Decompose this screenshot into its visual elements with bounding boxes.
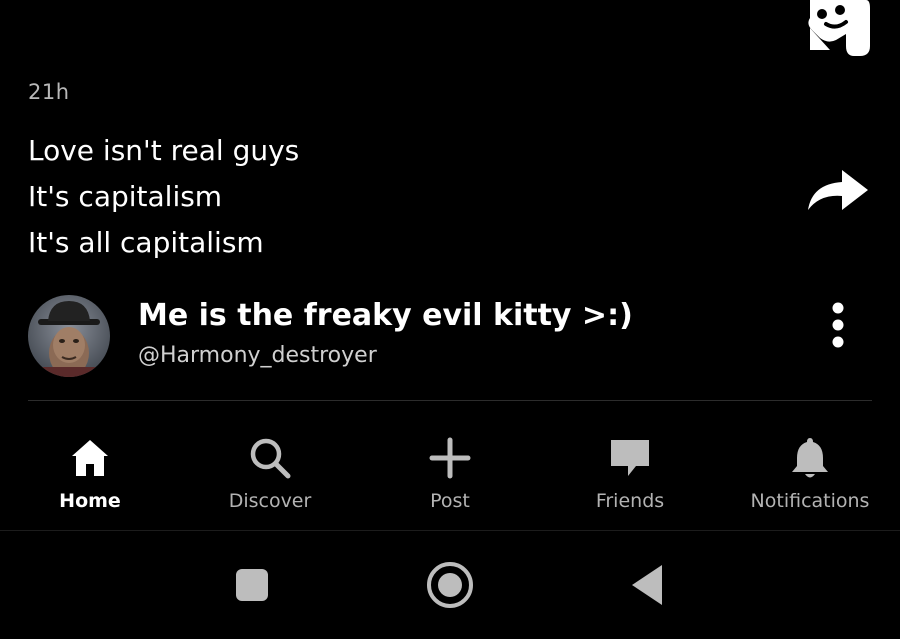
tab-post-label: Post	[430, 490, 470, 512]
share-arrow-icon	[808, 170, 868, 210]
more-options-button[interactable]	[824, 299, 852, 351]
home-circle-icon	[427, 562, 473, 608]
tab-post[interactable]: Post	[360, 420, 540, 520]
author-display-name[interactable]: Me is the freaky evil kitty >:)	[138, 298, 633, 333]
post-timestamp: 21h	[28, 80, 70, 104]
bottom-tab-bar: Home Discover Post Friends Notifications	[0, 420, 900, 528]
bell-icon	[792, 438, 828, 478]
post-line-3: It's all capitalism	[28, 226, 264, 259]
tab-home-label: Home	[59, 490, 121, 512]
back-triangle-icon	[632, 565, 662, 605]
more-vertical-icon	[832, 302, 844, 348]
search-icon	[250, 438, 291, 479]
tab-friends-label: Friends	[595, 490, 665, 512]
tab-notifications[interactable]: Notifications	[720, 420, 900, 520]
tab-notifications-label: Notifications	[750, 490, 870, 512]
home-icon	[72, 440, 108, 476]
avatar[interactable]	[28, 295, 110, 377]
post-body: Love isn't real guys It's capitalism It'…	[28, 128, 299, 266]
recents-square-icon	[236, 569, 268, 601]
post-line-2: It's capitalism	[28, 180, 223, 213]
back-button[interactable]	[622, 559, 674, 611]
plus-icon	[429, 437, 471, 479]
home-system-button[interactable]	[424, 559, 476, 611]
share-button[interactable]	[806, 164, 870, 214]
app-logo-icon	[806, 0, 870, 58]
post-line-1: Love isn't real guys	[28, 134, 300, 167]
author-handle[interactable]: @Harmony_destroyer	[138, 343, 377, 368]
divider	[28, 400, 872, 401]
tab-discover[interactable]: Discover	[180, 420, 360, 520]
chat-bubble-icon	[611, 440, 649, 476]
author-row: Me is the freaky evil kitty >:) @Harmony…	[28, 295, 872, 377]
system-navigation-bar	[0, 530, 900, 639]
tab-discover-label: Discover	[228, 490, 312, 512]
recents-button[interactable]	[226, 559, 278, 611]
tab-home[interactable]: Home	[0, 420, 180, 520]
tab-friends[interactable]: Friends	[540, 420, 720, 520]
